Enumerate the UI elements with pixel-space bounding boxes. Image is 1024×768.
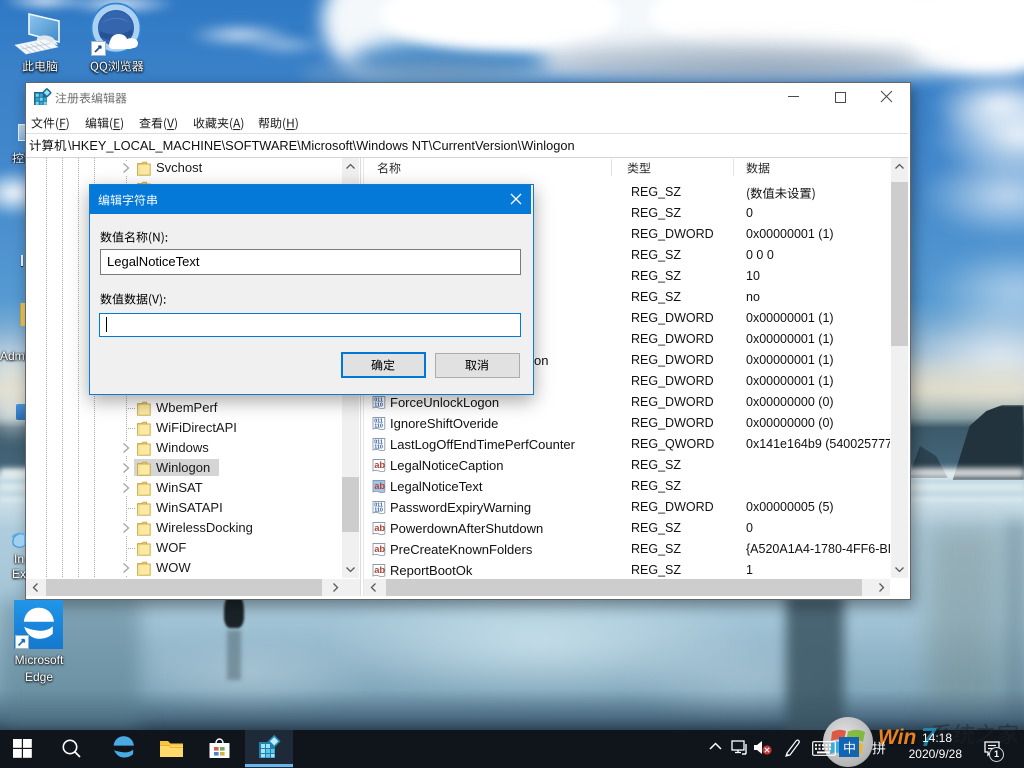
- svg-text:110: 110: [374, 403, 383, 409]
- svg-text:110: 110: [374, 424, 383, 430]
- svg-text:ab: ab: [374, 480, 385, 491]
- svg-text:ab: ab: [374, 564, 385, 575]
- svg-text:110: 110: [374, 445, 383, 451]
- svg-text:ab: ab: [374, 459, 385, 470]
- svg-text:110: 110: [374, 508, 383, 514]
- svg-text:ab: ab: [374, 543, 385, 554]
- svg-text:ab: ab: [374, 522, 385, 533]
